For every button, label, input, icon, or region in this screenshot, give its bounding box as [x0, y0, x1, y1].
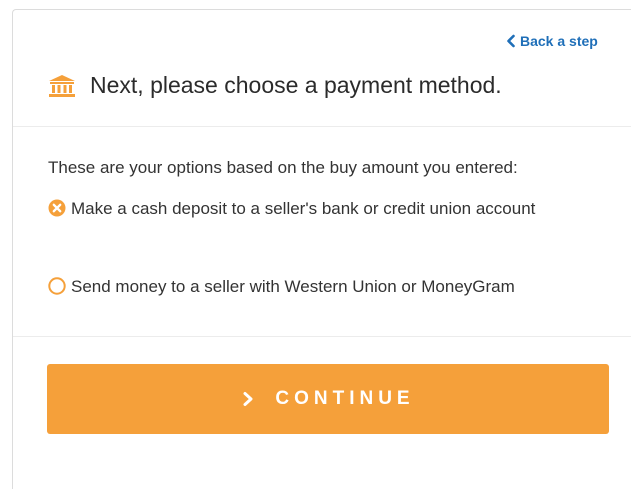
header-divider: [13, 126, 631, 127]
x-circle-icon: [48, 199, 66, 217]
option-western-union-label: Send money to a seller with Western Unio…: [71, 277, 515, 296]
back-a-step-label: Back a step: [520, 33, 598, 49]
chevron-left-icon: [507, 34, 515, 48]
radio-empty-icon: [48, 277, 66, 295]
option-cash-deposit[interactable]: Make a cash deposit to a seller's bank o…: [48, 190, 608, 227]
option-cash-deposit-label: Make a cash deposit to a seller's bank o…: [71, 199, 536, 218]
payment-method-panel: Back a step Next, please choose a paymen…: [12, 9, 631, 489]
page-title: Next, please choose a payment method.: [90, 72, 502, 98]
options-intro-text: These are your options based on the buy …: [48, 158, 518, 177]
bank-icon: [49, 74, 75, 97]
continue-button[interactable]: CONTINUE: [47, 364, 609, 434]
back-a-step-link[interactable]: Back a step: [505, 33, 598, 49]
continue-label: CONTINUE: [275, 388, 415, 409]
option-western-union-moneygram[interactable]: Send money to a seller with Western Unio…: [48, 268, 608, 305]
footer-divider: [13, 336, 631, 337]
chevron-right-icon: [243, 392, 253, 406]
page-header: Next, please choose a payment method.: [48, 72, 502, 99]
